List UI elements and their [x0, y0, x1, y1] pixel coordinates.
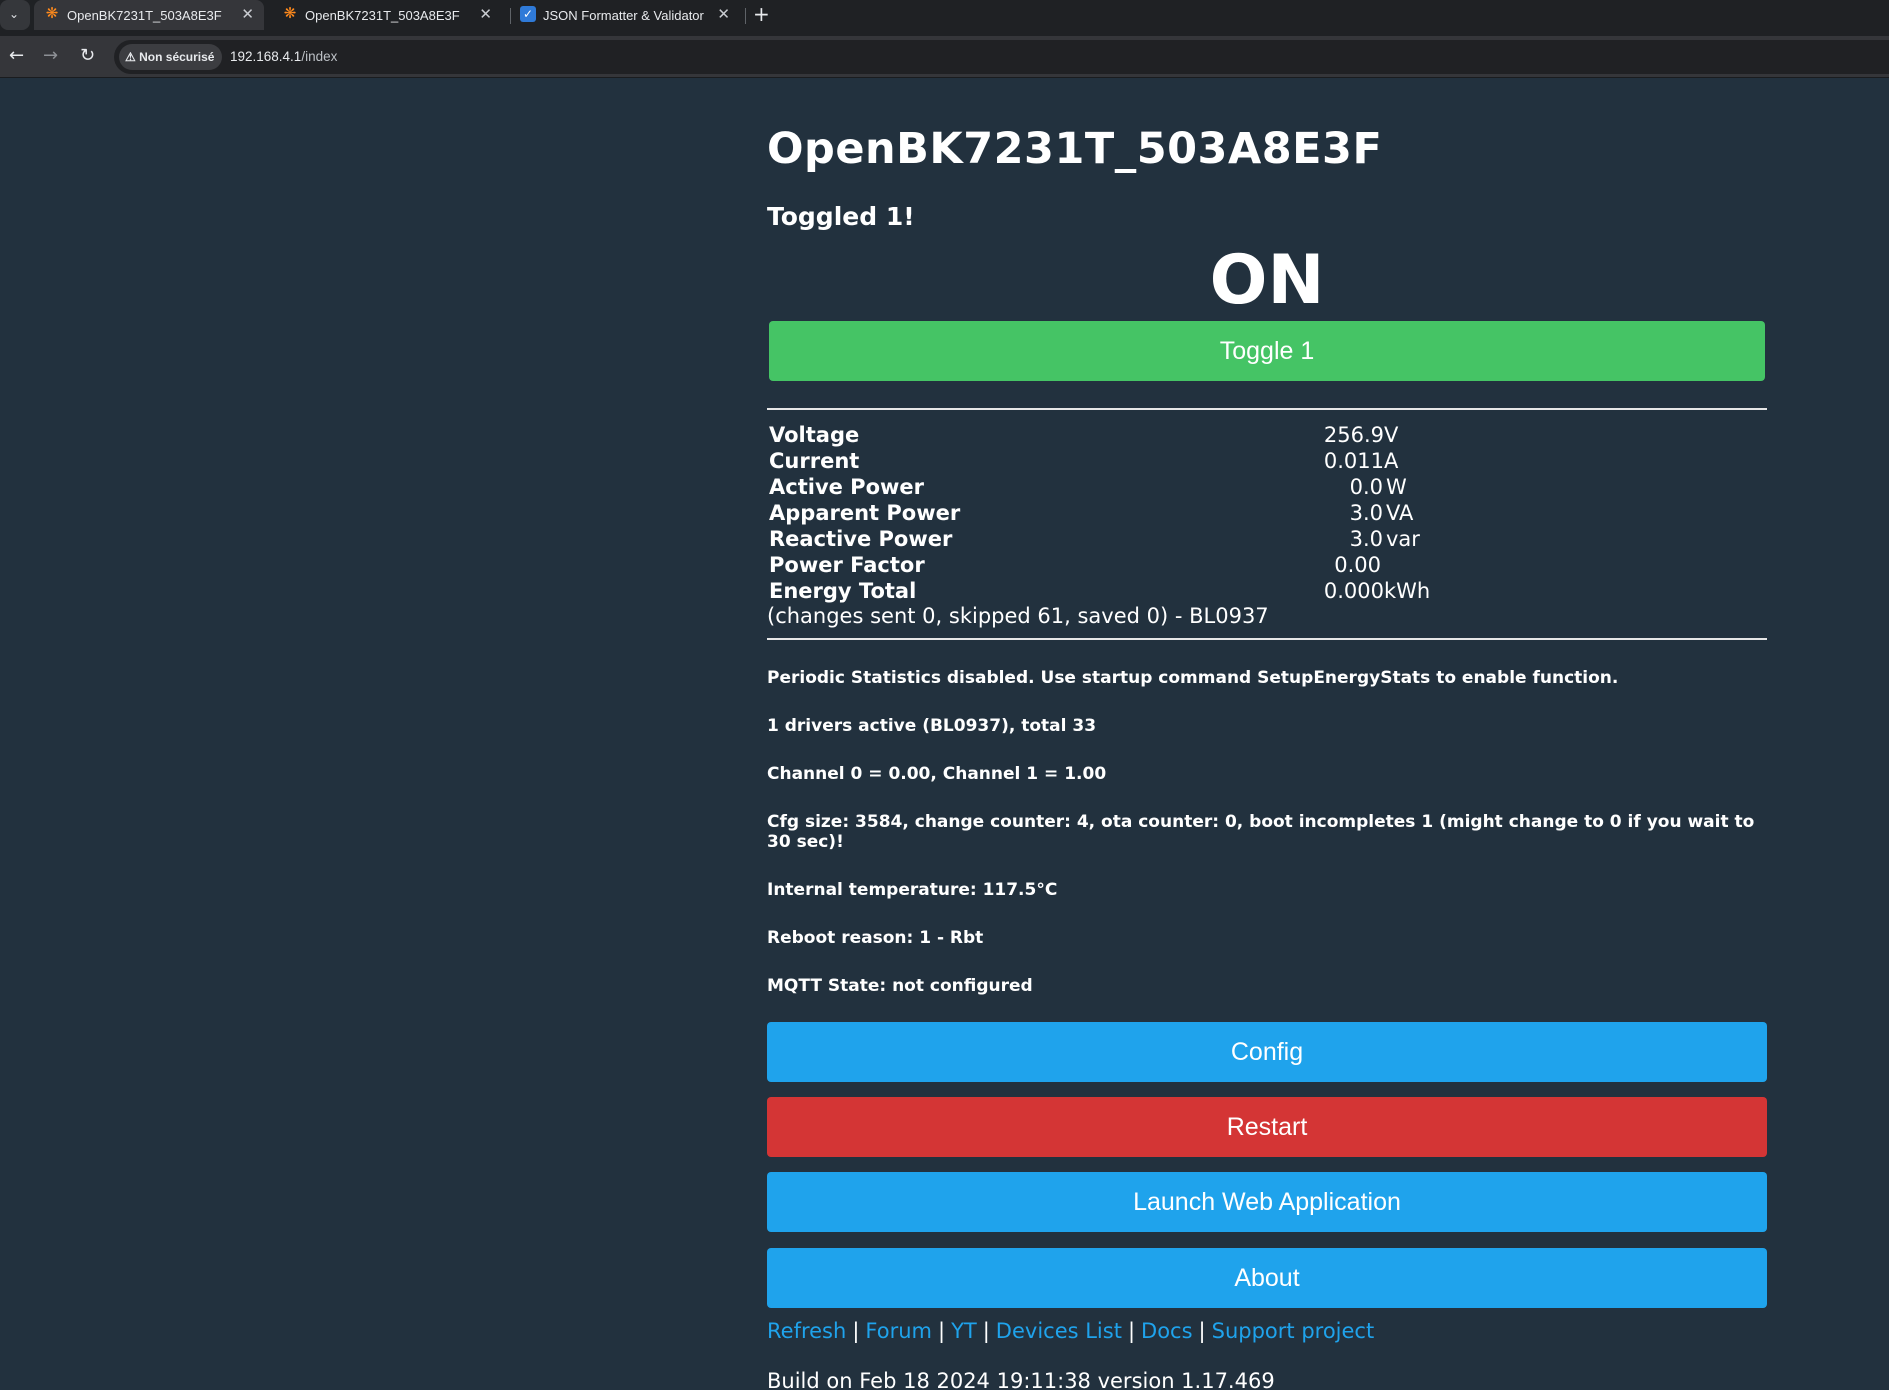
stat-unit: W [1386, 475, 1407, 499]
info-temperature: Internal temperature: 117.5°C [767, 880, 1058, 900]
stat-row-current: Current 0.011 A [769, 449, 1767, 475]
stat-value: 3.0 [1349, 501, 1383, 525]
new-tab-button[interactable]: + [753, 2, 770, 26]
stat-label: Power Factor [769, 553, 925, 577]
stat-label: Apparent Power [769, 501, 961, 525]
sun-icon: ❋ [45, 5, 59, 22]
stat-row-active-power: Active Power 0.0 W [769, 475, 1767, 501]
stat-value: 0.0 [1349, 475, 1383, 499]
link-devices-list[interactable]: Devices List [996, 1319, 1122, 1343]
stat-label: Active Power [769, 475, 924, 499]
page-title: OpenBK7231T_503A8E3F [767, 124, 1383, 174]
link-yt[interactable]: YT [951, 1319, 977, 1343]
info-cfg-size: Cfg size: 3584, change counter: 4, ota c… [767, 812, 1755, 852]
info-channels: Channel 0 = 0.00, Channel 1 = 1.00 [767, 764, 1107, 784]
stat-value: 3.0 [1349, 527, 1383, 551]
stat-row-apparent-power: Apparent Power 3.0 VA [769, 501, 1767, 527]
footer-links: Refresh | Forum | YT | Devices List | Docs | Suppo… [767, 1319, 1374, 1343]
stat-value: 0.000 [1323, 579, 1384, 603]
close-icon[interactable]: ✕ [241, 5, 254, 23]
stat-label: Voltage [769, 423, 860, 447]
info-reboot-reason: Reboot reason: 1 - Rbt [767, 928, 984, 948]
stat-row-power-factor: Power Factor 0.00 [769, 553, 1767, 579]
info-drivers: 1 drivers active (BL0937), total 33 [767, 716, 1097, 736]
security-label: Non sécurisé [139, 50, 215, 64]
back-arrow-icon[interactable]: ← [9, 45, 24, 66]
browser-tab-bar: ⌄ ❋ OpenBK7231T_503A8E3F ✕ ❋ OpenBK7231T… [0, 0, 1889, 36]
close-icon[interactable]: ✕ [479, 5, 492, 23]
link-separator: | [982, 1319, 990, 1343]
toggled-message: Toggled 1! [767, 202, 915, 231]
config-button[interactable]: Config [767, 1022, 1767, 1082]
info-periodic-stats: Periodic Statistics disabled. Use startu… [767, 668, 1619, 688]
energy-stats-table: Voltage 256.9 V Current 0.011 A Active P… [769, 423, 1767, 605]
address-bar[interactable]: ⚠ Non sécurisé 192.168.4.1/index [114, 40, 1889, 74]
warning-icon: ⚠ [125, 50, 136, 64]
stat-value: 256.9 [1323, 423, 1384, 447]
stat-value: 0.00 [1334, 553, 1381, 577]
link-refresh[interactable]: Refresh [767, 1319, 846, 1343]
info-mqtt-state: MQTT State: not configured [767, 976, 1033, 996]
stat-unit: V [1384, 423, 1399, 447]
browser-tab-1[interactable]: ❋ OpenBK7231T_503A8E3F ✕ [34, 0, 264, 30]
stat-value: 0.011 [1323, 449, 1384, 473]
stat-unit: kWh [1384, 579, 1431, 603]
link-separator: | [937, 1319, 946, 1343]
tab-divider [745, 8, 746, 24]
stat-label: Reactive Power [769, 527, 953, 551]
url-host: 192.168.4.1 [230, 49, 302, 64]
tab-title: OpenBK7231T_503A8E3F [305, 8, 460, 23]
tab-title: JSON Formatter & Validator [543, 8, 704, 23]
close-icon[interactable]: ✕ [717, 5, 730, 23]
chevron-down-icon: ⌄ [9, 7, 20, 21]
toggle-1-button[interactable]: Toggle 1 [769, 321, 1765, 381]
link-separator: | [1198, 1319, 1206, 1343]
link-separator: | [852, 1319, 860, 1343]
stat-label: Current [769, 449, 860, 473]
link-docs[interactable]: Docs [1141, 1319, 1193, 1343]
checkbox-icon: ✓ [520, 6, 536, 22]
build-info: Build on Feb 18 2024 19:11:38 version 1.… [767, 1369, 1275, 1390]
about-button[interactable]: About [767, 1248, 1767, 1308]
stat-unit: A [1384, 449, 1399, 473]
forward-arrow-icon[interactable]: → [43, 45, 58, 66]
stat-row-energy-total: Energy Total 0.000 kWh [769, 579, 1767, 605]
security-chip[interactable]: ⚠ Non sécurisé [119, 44, 223, 70]
link-forum[interactable]: Forum [865, 1319, 932, 1343]
stat-row-reactive-power: Reactive Power 3.0 var [769, 527, 1767, 553]
url-path: /index [301, 49, 338, 64]
launch-web-app-button[interactable]: Launch Web Application [767, 1172, 1767, 1232]
divider [767, 408, 1767, 410]
stat-row-voltage: Voltage 256.9 V [769, 423, 1767, 449]
stat-label: Energy Total [769, 579, 917, 603]
browser-toolbar: ← → ↻ ⚠ Non sécurisé 192.168.4.1/index [0, 36, 1889, 78]
browser-tab-3[interactable]: ✓ JSON Formatter & Validator ✕ [510, 0, 740, 30]
stat-unit: VA [1386, 501, 1414, 525]
link-separator: | [1127, 1319, 1136, 1343]
link-support-project[interactable]: Support project [1212, 1319, 1375, 1343]
stat-unit: var [1386, 527, 1420, 551]
restart-button[interactable]: Restart [767, 1097, 1767, 1157]
reload-icon[interactable]: ↻ [80, 45, 95, 66]
tab-title: OpenBK7231T_503A8E3F [67, 8, 222, 23]
url-text[interactable]: 192.168.4.1/index [230, 49, 337, 64]
sun-icon: ❋ [283, 5, 297, 22]
relay-state: ON [1209, 241, 1325, 320]
stats-note: (changes sent 0, skipped 61, saved 0) - … [767, 604, 1269, 628]
divider [767, 638, 1767, 640]
tab-search-button[interactable]: ⌄ [0, 0, 30, 30]
browser-tab-2[interactable]: ❋ OpenBK7231T_503A8E3F ✕ [272, 0, 502, 30]
